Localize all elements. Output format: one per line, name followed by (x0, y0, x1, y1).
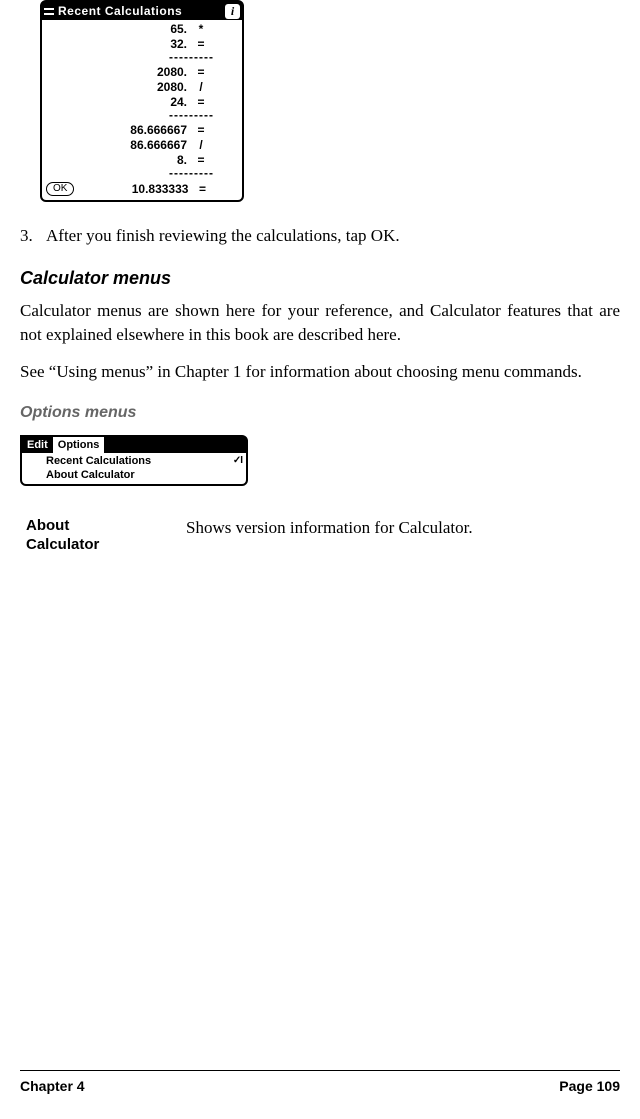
step-text: After you finish reviewing the calculati… (46, 224, 400, 248)
tab-edit[interactable]: Edit (22, 437, 53, 453)
step-3: 3. After you finish reviewing the calcul… (20, 224, 620, 248)
menu-item-label: About Calculator (46, 468, 242, 482)
calc-value: 10.833333 (78, 181, 192, 198)
options-menu-window: Edit Options Recent Calculations ✓I Abou… (20, 435, 248, 486)
calc-value: 86.666667 (46, 138, 191, 153)
definition-row: About Calculator Shows version informati… (26, 516, 620, 555)
menu-item-shortcut: ✓I (233, 454, 242, 468)
footer-chapter: Chapter 4 (20, 1077, 85, 1097)
calc-value: 2080. (46, 80, 191, 95)
calc-window-title: Recent Calculations (58, 3, 225, 20)
footer-page: Page 109 (559, 1077, 620, 1097)
menu-item-recent-calculations[interactable]: Recent Calculations ✓I (46, 454, 242, 468)
definition-term: About Calculator (26, 516, 186, 555)
calc-titlebar: Recent Calculations i (42, 2, 242, 20)
recent-calculations-window: Recent Calculations i 65.* 32.= --------… (40, 0, 244, 202)
calc-value: 65. (46, 22, 191, 37)
calc-op: = (192, 181, 212, 198)
info-icon[interactable]: i (225, 4, 240, 19)
calc-separator: --------- (46, 52, 238, 65)
menu-bar: Edit Options (22, 437, 246, 453)
menu-item-label: Recent Calculations (46, 454, 233, 468)
calc-op: * (191, 22, 211, 37)
calc-op: / (191, 138, 211, 153)
calc-op: = (191, 123, 211, 138)
paragraph: Calculator menus are shown here for your… (20, 299, 620, 347)
calc-separator: --------- (46, 110, 238, 123)
menu-item-about-calculator[interactable]: About Calculator (46, 468, 242, 482)
heading-calculator-menus: Calculator menus (20, 266, 620, 291)
tab-options[interactable]: Options (53, 437, 105, 453)
definition-description: Shows version information for Calculator… (186, 516, 620, 555)
step-number: 3. (20, 224, 46, 248)
drag-handle-icon (44, 6, 54, 16)
calc-value: 2080. (46, 65, 191, 80)
calc-separator: --------- (46, 168, 238, 181)
ok-button[interactable]: OK (46, 182, 74, 196)
calc-body: 65.* 32.= --------- 2080.= 2080./ 24.= -… (42, 20, 242, 200)
page-footer: Chapter 4 Page 109 (20, 1070, 620, 1097)
calc-value: 86.666667 (46, 123, 191, 138)
calc-op: / (191, 80, 211, 95)
paragraph: See “Using menus” in Chapter 1 for infor… (20, 360, 620, 384)
calc-op: = (191, 65, 211, 80)
heading-options-menus: Options menus (20, 402, 620, 424)
